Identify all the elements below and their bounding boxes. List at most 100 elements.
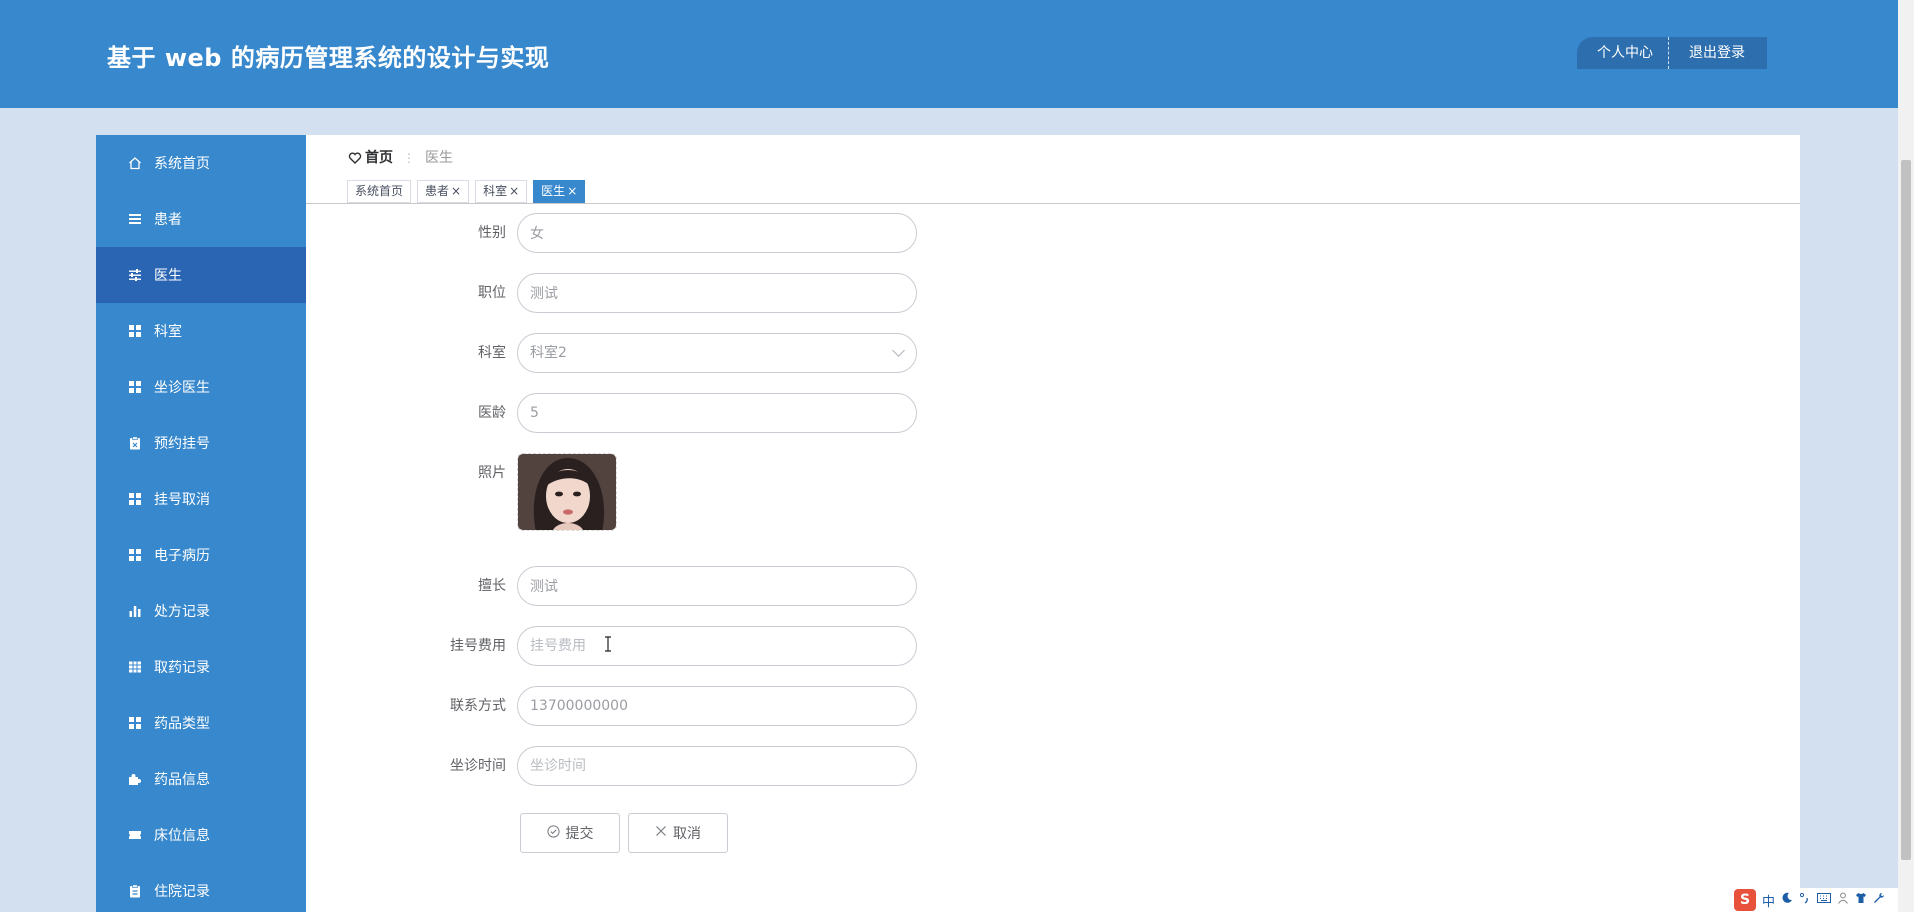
list-icon	[128, 212, 142, 226]
tab-label: 科室	[483, 184, 508, 198]
ticket-icon	[128, 828, 142, 842]
table-icon	[128, 660, 142, 674]
specialty-label: 擅长	[478, 578, 506, 594]
sidebar-item-medical-records[interactable]: 电子病历	[96, 527, 306, 583]
scrollbar-thumb[interactable]	[1901, 160, 1911, 860]
sidebar-item-label: 患者	[154, 212, 182, 228]
profile-button[interactable]: 个人中心	[1577, 37, 1668, 69]
ime-mode[interactable]: 中	[1762, 891, 1775, 910]
sidebar-item-label: 坐诊医生	[154, 380, 210, 396]
schedule-field[interactable]	[517, 746, 917, 786]
seniority-field[interactable]	[517, 393, 917, 433]
sidebar: 系统首页 患者 医生 科室 坐诊医生 预约挂号 挂号取消 电子病历 处方记录 取…	[96, 135, 306, 912]
doctor-photo	[518, 454, 616, 530]
department-selected-value: 科室2	[530, 345, 567, 361]
sidebar-item-label: 处方记录	[154, 604, 210, 620]
user-icon[interactable]	[1837, 892, 1849, 908]
sidebar-item-label: 挂号取消	[154, 492, 210, 508]
grid-icon	[128, 716, 142, 730]
sidebar-item-patients[interactable]: 患者	[96, 191, 306, 247]
breadcrumb-home[interactable]: 首页	[348, 143, 393, 173]
position-field[interactable]	[517, 273, 917, 313]
tab-patients[interactable]: 患者 ×	[417, 180, 470, 203]
form-row-department: 科室 科室2	[306, 333, 1006, 373]
app-title: 基于 web 的病历管理系统的设计与实现	[107, 44, 550, 72]
close-icon[interactable]: ×	[567, 184, 577, 198]
sidebar-item-inpatient-records[interactable]: 住院记录	[96, 863, 306, 912]
form-row-gender: 性别	[306, 213, 1006, 253]
grid-icon	[128, 548, 142, 562]
form-row-position: 职位	[306, 273, 1006, 313]
punctuation-icon[interactable]	[1799, 892, 1811, 908]
tags-view: 系统首页 患者 × 科室 × 医生 ×	[347, 180, 591, 203]
clipboard-icon	[128, 436, 142, 450]
cancel-label: 取消	[673, 826, 701, 842]
tab-doctors[interactable]: 医生 ×	[533, 180, 586, 203]
contact-label: 联系方式	[450, 698, 506, 714]
breadcrumb: 首页 ⋮ 医生	[348, 143, 453, 173]
sidebar-item-cancel-registration[interactable]: 挂号取消	[96, 471, 306, 527]
logout-button[interactable]: 退出登录	[1668, 37, 1767, 69]
home-icon	[128, 156, 142, 170]
sidebar-item-label: 药品信息	[154, 772, 210, 788]
schedule-label: 坐诊时间	[450, 758, 506, 774]
sidebar-item-label: 住院记录	[154, 884, 210, 900]
wrench-icon[interactable]	[1873, 892, 1885, 908]
sidebar-item-label: 预约挂号	[154, 436, 210, 452]
cancel-button[interactable]: 取消	[628, 813, 728, 853]
breadcrumb-current: 医生	[425, 150, 453, 166]
clipboard-icon	[128, 884, 142, 898]
grid-icon	[128, 492, 142, 506]
sidebar-item-label: 科室	[154, 324, 182, 340]
sidebar-item-label: 医生	[154, 268, 182, 284]
seniority-label: 医龄	[478, 405, 506, 421]
sidebar-item-duty-doctors[interactable]: 坐诊医生	[96, 359, 306, 415]
submit-button[interactable]: 提交	[520, 813, 620, 853]
keyboard-icon[interactable]	[1817, 892, 1832, 908]
sidebar-item-departments[interactable]: 科室	[96, 303, 306, 359]
sidebar-item-beds[interactable]: 床位信息	[96, 807, 306, 863]
fee-label: 挂号费用	[450, 638, 506, 654]
tab-home[interactable]: 系统首页	[347, 180, 412, 203]
form-row-schedule: 坐诊时间	[306, 746, 1006, 786]
fee-field[interactable]	[517, 626, 917, 666]
sidebar-item-label: 药品类型	[154, 716, 210, 732]
sidebar-item-label: 取药记录	[154, 660, 210, 676]
contact-field[interactable]	[517, 686, 917, 726]
heart-icon	[348, 152, 362, 164]
sidebar-item-label: 床位信息	[154, 828, 210, 844]
main-content: 首页 ⋮ 医生 系统首页 患者× 科室× 医生× 性别 职位 科室	[306, 135, 1800, 912]
position-label: 职位	[478, 285, 506, 301]
sidebar-item-drug-types[interactable]: 药品类型	[96, 695, 306, 751]
gender-field[interactable]	[517, 213, 917, 253]
close-icon	[655, 825, 667, 841]
tab-label: 医生	[541, 184, 566, 198]
check-circle-icon	[546, 824, 560, 842]
page-scrollbar[interactable]	[1898, 0, 1914, 912]
close-icon[interactable]: ×	[451, 184, 461, 198]
breadcrumb-home-label: 首页	[365, 150, 393, 166]
top-header: 基于 web 的病历管理系统的设计与实现 个人中心 退出登录	[0, 0, 1898, 108]
puzzle-icon	[128, 772, 142, 786]
tab-departments[interactable]: 科室 ×	[475, 180, 528, 203]
sidebar-item-drug-info[interactable]: 药品信息	[96, 751, 306, 807]
form-row-fee: 挂号费用	[306, 626, 1006, 666]
sidebar-item-home[interactable]: 系统首页	[96, 135, 306, 191]
ime-toolbar[interactable]: S 中	[1730, 888, 1898, 912]
tab-label: 患者	[425, 184, 450, 198]
sidebar-item-dispensing[interactable]: 取药记录	[96, 639, 306, 695]
specialty-field[interactable]	[517, 566, 917, 606]
department-label: 科室	[478, 345, 506, 361]
header-actions: 个人中心 退出登录	[1577, 37, 1767, 69]
sogou-logo-icon[interactable]: S	[1734, 889, 1756, 911]
photo-upload[interactable]	[517, 453, 617, 531]
breadcrumb-separator: ⋮	[403, 151, 415, 165]
close-icon[interactable]: ×	[509, 184, 519, 198]
department-select[interactable]: 科室2	[517, 333, 917, 373]
sidebar-item-prescriptions[interactable]: 处方记录	[96, 583, 306, 639]
shirt-icon[interactable]	[1855, 892, 1867, 908]
moon-icon[interactable]	[1781, 892, 1793, 908]
sidebar-item-doctors[interactable]: 医生	[96, 247, 306, 303]
photo-label: 照片	[478, 465, 506, 481]
sidebar-item-appointments[interactable]: 预约挂号	[96, 415, 306, 471]
